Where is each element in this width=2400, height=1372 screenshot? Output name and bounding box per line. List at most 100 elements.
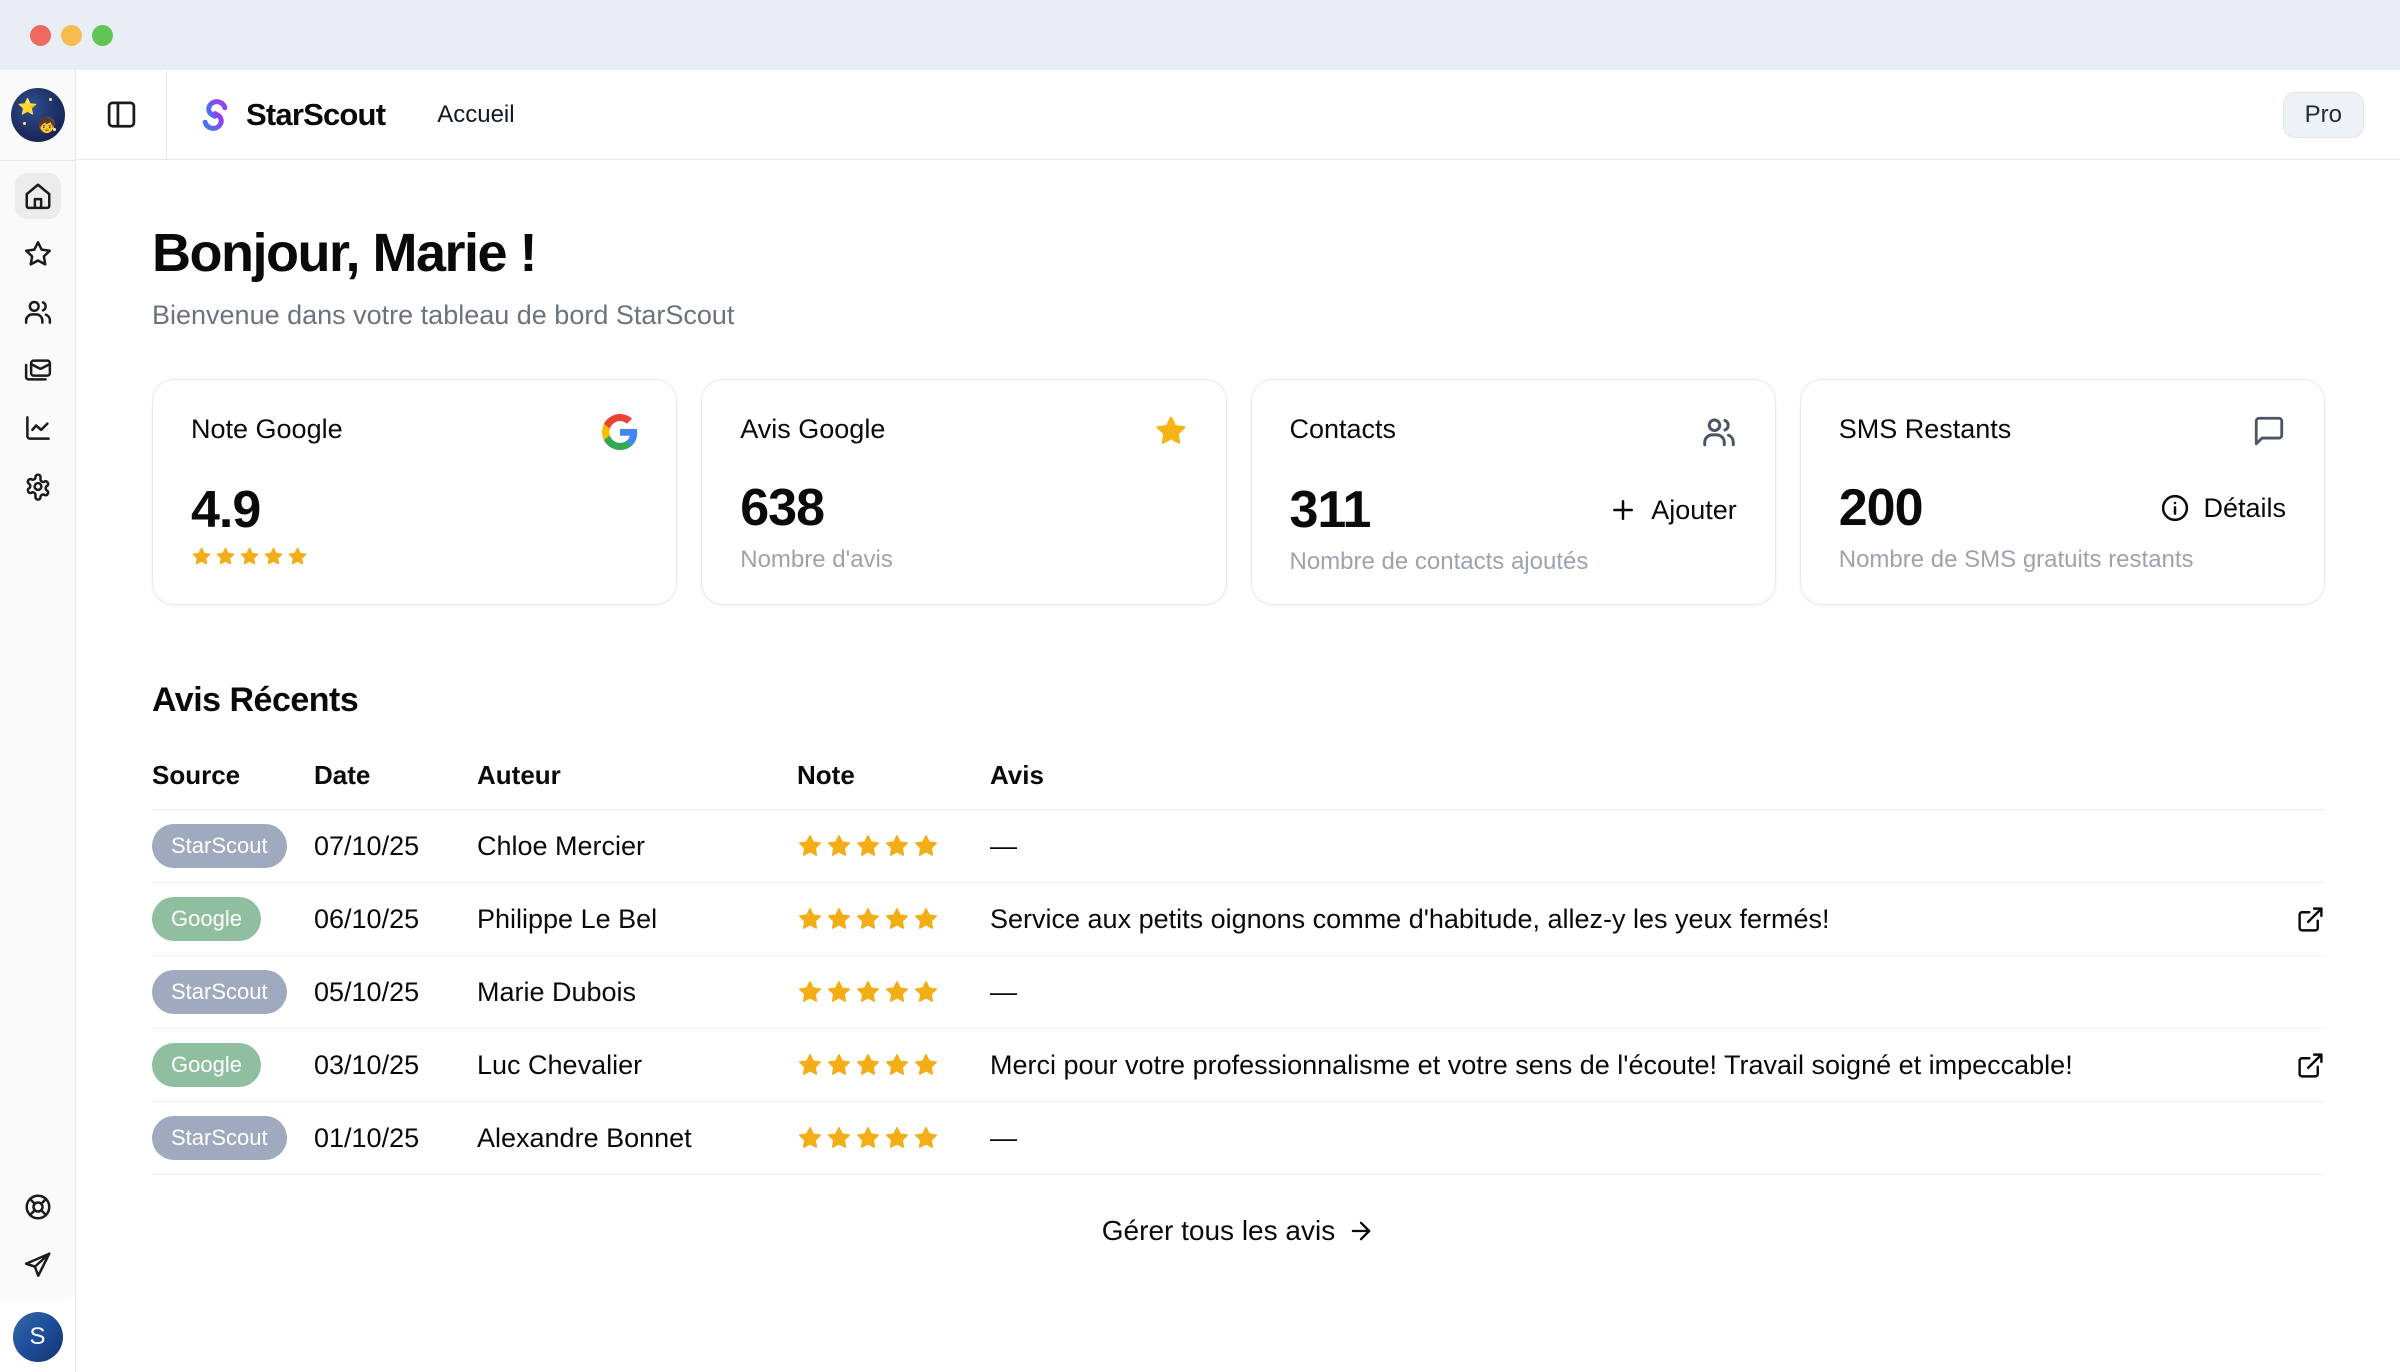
star-icon: [884, 833, 910, 859]
send-icon: [23, 1250, 53, 1280]
card-avis-google: Avis Google 638 Nombre d'avis: [701, 379, 1226, 605]
star-icon: [855, 833, 881, 859]
star-icon: [884, 979, 910, 1005]
star-icon: [191, 546, 212, 567]
review-date: 07/10/25: [314, 810, 477, 883]
star-icon: [826, 906, 852, 932]
scout-character-icon: 🧒: [38, 116, 57, 134]
users-icon: [23, 297, 53, 327]
sidebar-divider: [0, 160, 76, 161]
reviews-table: Source Date Auteur Note Avis StarScout 0…: [152, 746, 2325, 1175]
review-text: Merci pour votre professionnalisme et vo…: [990, 1050, 2296, 1081]
external-link-button[interactable]: [2296, 905, 2325, 934]
sidebar-item-help[interactable]: [15, 1184, 61, 1230]
workspace-avatar[interactable]: ⭐ 🧒: [11, 88, 65, 142]
close-window-button[interactable]: [30, 25, 51, 46]
plus-icon: [1608, 495, 1638, 525]
sidebar-toggle-button[interactable]: [95, 89, 147, 141]
info-icon: [2160, 493, 2190, 523]
user-avatar[interactable]: S: [13, 1312, 63, 1362]
starscout-logo-icon: [197, 97, 233, 133]
review-date: 03/10/25: [314, 1029, 477, 1102]
star-spark-icon: ⭐: [18, 97, 38, 117]
star-icon: [855, 906, 881, 932]
dashboard-content: Bonjour, Marie ! Bienvenue dans votre ta…: [76, 160, 2400, 1372]
star-icon: [1154, 414, 1188, 448]
star-icon: [855, 1052, 881, 1078]
greeting-subtitle: Bienvenue dans votre tableau de bord Sta…: [152, 300, 2325, 331]
chart-line-icon: [23, 413, 53, 443]
sidebar-item-messages[interactable]: [15, 347, 61, 393]
star-icon: [797, 906, 823, 932]
sidebar-item-reviews[interactable]: [15, 231, 61, 277]
sidebar: ⭐ 🧒: [0, 70, 76, 1372]
sidebar-item-analytics[interactable]: [15, 405, 61, 451]
google-logo-icon: [602, 414, 638, 450]
star-icon: [826, 1052, 852, 1078]
manage-all-reviews-link[interactable]: Gérer tous les avis: [1102, 1215, 1375, 1247]
sms-details-button[interactable]: Détails: [2160, 493, 2286, 524]
star-icon: [913, 1052, 939, 1078]
card-sms-restants: SMS Restants 200 Détails Nombre de SMS g…: [1800, 379, 2325, 605]
sidebar-item-contacts[interactable]: [15, 289, 61, 335]
reviews-tbody: StarScout 07/10/25 Chloe Mercier — Googl…: [152, 810, 2325, 1175]
greeting-title: Bonjour, Marie !: [152, 222, 2325, 284]
star-icon: [884, 906, 910, 932]
column-auteur: Auteur: [477, 746, 797, 810]
brand-name: StarScout: [246, 97, 385, 133]
star-icon: [797, 979, 823, 1005]
star-icon: [826, 833, 852, 859]
home-icon: [23, 181, 53, 211]
star-icon: [797, 1052, 823, 1078]
review-text: —: [990, 1123, 2325, 1154]
zoom-window-button[interactable]: [92, 25, 113, 46]
table-row: StarScout 05/10/25 Marie Dubois —: [152, 956, 2325, 1029]
star-icon: [884, 1052, 910, 1078]
panel-left-icon: [105, 98, 138, 131]
star-icon: [797, 1125, 823, 1151]
sidebar-item-send[interactable]: [15, 1242, 61, 1288]
review-author: Marie Dubois: [477, 956, 797, 1029]
source-badge: StarScout: [152, 970, 287, 1014]
review-stars: [797, 833, 990, 859]
star-icon: [855, 1125, 881, 1151]
card-subtitle: Nombre de SMS gratuits restants: [1839, 546, 2286, 574]
brand-logo[interactable]: StarScout: [167, 70, 385, 159]
sidebar-item-settings[interactable]: [15, 463, 61, 509]
review-author: Chloe Mercier: [477, 810, 797, 883]
review-text: Service aux petits oignons comme d'habit…: [990, 904, 2296, 935]
card-subtitle: Nombre de contacts ajoutés: [1290, 548, 1737, 576]
column-date: Date: [314, 746, 477, 810]
review-author: Luc Chevalier: [477, 1029, 797, 1102]
source-badge: StarScout: [152, 824, 287, 868]
review-text: —: [990, 831, 2325, 862]
minimize-window-button[interactable]: [61, 25, 82, 46]
card-title: Avis Google: [740, 414, 885, 445]
star-icon: [913, 906, 939, 932]
nav-accueil[interactable]: Accueil: [437, 101, 514, 129]
star-icon: [826, 1125, 852, 1151]
mails-icon: [23, 355, 53, 385]
review-stars: [797, 979, 990, 1005]
table-row: StarScout 01/10/25 Alexandre Bonnet —: [152, 1102, 2325, 1175]
card-contacts: Contacts 311 Ajouter Nombre de contacts …: [1251, 379, 1776, 605]
source-badge: StarScout: [152, 1116, 287, 1160]
plan-badge: Pro: [2283, 92, 2364, 138]
reviews-section-title: Avis Récents: [152, 681, 2325, 720]
card-value: 200: [1839, 482, 1923, 534]
settings-icon: [23, 471, 53, 501]
sidebar-item-home[interactable]: [15, 173, 61, 219]
card-title: SMS Restants: [1839, 414, 2012, 445]
arrow-right-icon: [1347, 1217, 1375, 1245]
card-title: Contacts: [1290, 414, 1397, 445]
star-icon: [239, 546, 260, 567]
user-initial: S: [29, 1323, 45, 1351]
review-date: 01/10/25: [314, 1102, 477, 1175]
column-note: Note: [797, 746, 990, 810]
external-link-button[interactable]: [2296, 1051, 2325, 1080]
add-contact-button[interactable]: Ajouter: [1608, 495, 1737, 526]
google-rating-stars: [191, 546, 638, 567]
table-row: Google 06/10/25 Philippe Le Bel Service …: [152, 883, 2325, 956]
star-icon: [23, 239, 53, 269]
review-stars: [797, 1125, 990, 1151]
